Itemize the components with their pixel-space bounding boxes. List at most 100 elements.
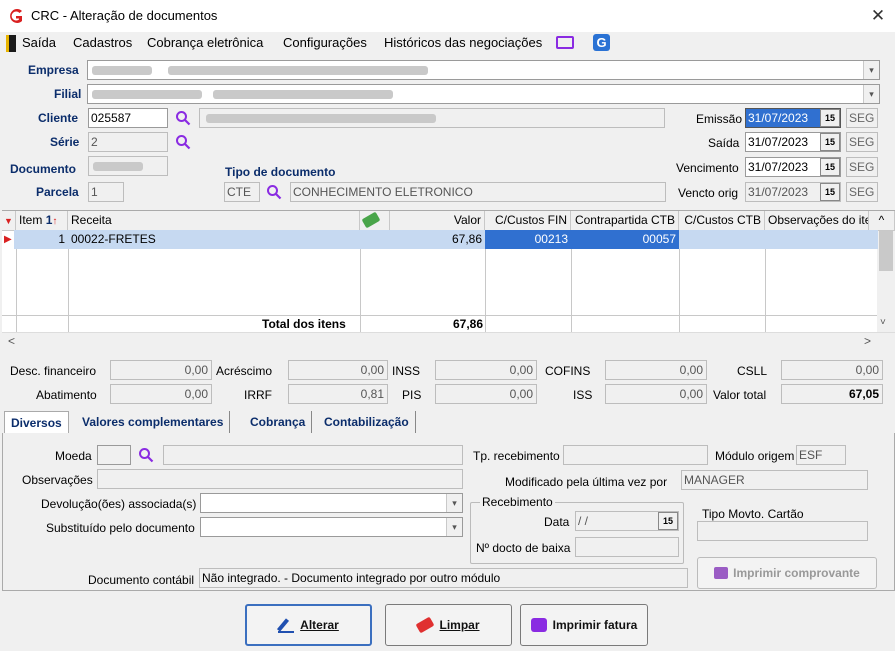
substituido-label: Substituído pelo documento — [46, 521, 195, 535]
money-icon — [360, 211, 390, 231]
cofins-label: COFINS — [545, 364, 591, 378]
acrescimo-label: Acréscimo — [216, 364, 273, 378]
vencto-orig-weekday: SEG — [846, 182, 878, 202]
chevron-down-icon[interactable]: ▾ — [863, 85, 879, 103]
parcela-field[interactable]: 1 — [88, 182, 124, 202]
vencto-orig-label: Vencto orig — [678, 186, 739, 200]
serie-field[interactable]: 2 — [88, 132, 168, 152]
cliente-name-field — [199, 108, 665, 128]
emissao-weekday: SEG — [846, 108, 878, 128]
iss-field: 0,00 — [605, 384, 707, 404]
cell-receita[interactable]: 00022-FRETES — [68, 230, 159, 249]
menu-cobranca-eletronica[interactable]: Cobrança eletrônica — [147, 35, 263, 50]
menu-saida[interactable]: Saída — [22, 35, 56, 50]
filial-combo[interactable]: ▾ — [87, 84, 880, 104]
calendar-icon: 15 — [820, 183, 840, 201]
emissao-label: Emissão — [696, 112, 743, 126]
calendar-icon[interactable]: 15 — [820, 109, 840, 127]
horizontal-scrollbar[interactable]: < > — [2, 332, 895, 350]
col-cc-fin[interactable]: C/Custos FIN — [485, 211, 571, 231]
moeda-desc-field — [163, 445, 463, 465]
total-label: Total dos itens — [262, 317, 346, 331]
col-valor[interactable]: Valor — [390, 211, 485, 231]
title-bar: CRC - Alteração de documentos ✕ — [0, 0, 895, 32]
cliente-label: Cliente — [38, 111, 79, 125]
tab-valores-complementares[interactable]: Valores complementares — [76, 411, 231, 433]
substituido-combo[interactable]: ▾ — [200, 517, 463, 537]
devolucoes-combo[interactable]: ▾ — [200, 493, 463, 513]
documento-field[interactable] — [88, 156, 168, 176]
search-icon[interactable] — [175, 110, 191, 126]
vencimento-label: Vencimento — [676, 161, 739, 175]
csll-label: CSLL — [737, 364, 768, 378]
limpar-button[interactable]: Limpar — [385, 604, 512, 646]
cofins-field: 0,00 — [605, 360, 707, 380]
col-cc-ctb[interactable]: C/Custos CTB — [679, 211, 765, 231]
tipo-code-field[interactable]: CTE — [224, 182, 260, 202]
doc-contabil-field: Não integrado. - Documento integrado por… — [199, 568, 688, 588]
empresa-combo[interactable]: ▾ — [87, 60, 880, 80]
cell-item[interactable]: 1 — [16, 230, 68, 249]
tp-recebimento-field[interactable] — [563, 445, 708, 465]
pis-field: 0,00 — [435, 384, 537, 404]
parcela-label: Parcela — [36, 185, 79, 199]
chevron-down-icon[interactable]: ▾ — [863, 61, 879, 79]
col-contrapartida[interactable]: Contrapartida CTB — [571, 211, 679, 231]
menu-historicos[interactable]: Históricos das negociações — [384, 35, 542, 50]
tab-cobranca[interactable]: Cobrança — [244, 411, 313, 433]
saida-weekday: SEG — [846, 132, 878, 152]
sort-indicator-icon: ▼ — [2, 211, 16, 231]
tab-diversos[interactable]: Diversos — [4, 411, 69, 433]
cell-valor[interactable]: 67,86 — [390, 230, 485, 249]
modulo-origem-label: Módulo origem — [715, 449, 795, 463]
search-icon[interactable] — [175, 134, 191, 150]
pis-label: PIS — [402, 388, 422, 402]
data-label: Data — [544, 515, 570, 529]
col-item[interactable]: Item 1↑ — [16, 211, 68, 231]
chevron-down-icon[interactable]: ▾ — [446, 518, 462, 536]
tp-recebimento-label: Tp. recebimento — [473, 449, 560, 463]
tipo-movto-label: Tipo Movto. Cartão — [702, 507, 804, 521]
abatimento-field: 0,00 — [110, 384, 212, 404]
imprimir-comprovante-button[interactable]: Imprimir comprovante — [697, 557, 877, 589]
printer-icon — [714, 567, 729, 579]
calendar-icon[interactable]: 15 — [820, 133, 840, 151]
tipo-movto-field[interactable] — [697, 521, 868, 541]
nro-baixa-field[interactable] — [575, 537, 679, 557]
modulo-origem-field: ESF — [796, 445, 846, 465]
close-button[interactable]: ✕ — [866, 4, 890, 28]
chevron-down-icon[interactable]: ▾ — [446, 494, 462, 512]
observacoes-field[interactable] — [97, 469, 463, 489]
doc-contabil-label: Documento contábil — [88, 573, 195, 587]
moeda-code-field[interactable] — [97, 445, 131, 465]
csll-field: 0,00 — [781, 360, 883, 380]
cell-contrapartida[interactable]: 00057 — [571, 230, 679, 249]
g-logo-icon[interactable]: G — [593, 34, 610, 51]
moeda-label: Moeda — [55, 449, 92, 463]
col-receita[interactable]: Receita — [68, 211, 360, 231]
menu-cadastros[interactable]: Cadastros — [73, 35, 132, 50]
cell-cc-fin[interactable]: 00213 — [485, 230, 571, 249]
tipo-documento-label: Tipo de documento — [225, 165, 336, 179]
search-icon[interactable] — [138, 447, 154, 463]
saida-label: Saída — [708, 136, 740, 150]
tab-contabilizacao[interactable]: Contabilização — [318, 411, 416, 433]
calendar-icon[interactable]: 15 — [820, 158, 840, 176]
empresa-label: Empresa — [28, 63, 79, 77]
inss-label: INSS — [392, 364, 421, 378]
alterar-button[interactable]: Alterar — [245, 604, 372, 646]
menu-configuracoes[interactable]: Configurações — [283, 35, 367, 50]
calendar-icon[interactable]: 15 — [658, 512, 678, 530]
valor-total-label: Valor total — [713, 388, 767, 402]
vertical-scrollbar[interactable]: ˅ — [877, 231, 895, 333]
cliente-code-field[interactable]: 025587 — [88, 108, 168, 128]
documento-label: Documento — [10, 162, 76, 176]
imprimir-fatura-button[interactable]: Imprimir fatura — [520, 604, 648, 646]
monitor-icon[interactable] — [556, 36, 574, 49]
recebimento-group-label: Recebimento — [480, 495, 555, 509]
search-icon[interactable] — [266, 184, 282, 200]
modificado-label: Modificado pela última vez por — [505, 475, 668, 489]
irrf-label: IRRF — [244, 388, 272, 402]
col-observacoes[interactable]: Observações do item — [765, 211, 869, 231]
scroll-up-icon[interactable]: ^ — [869, 211, 895, 231]
